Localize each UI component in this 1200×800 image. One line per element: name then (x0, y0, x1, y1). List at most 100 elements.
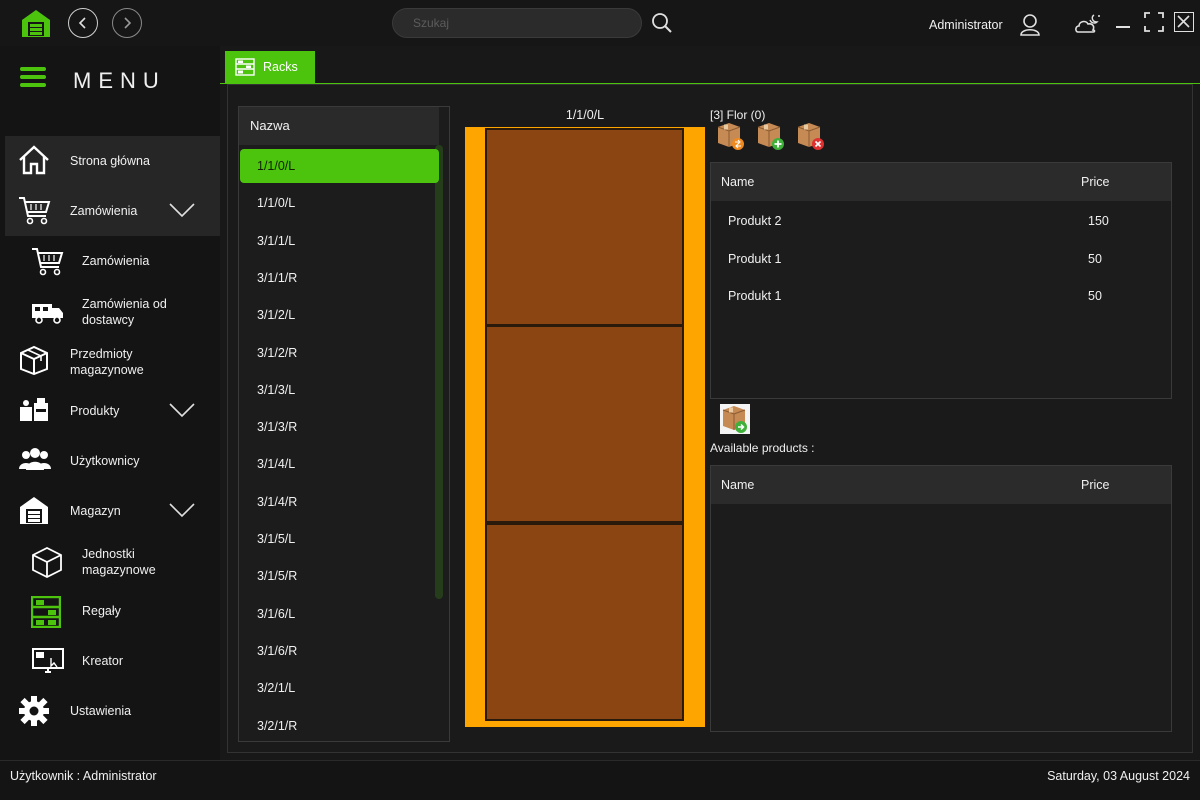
search-icon[interactable] (651, 12, 673, 34)
add-box-icon[interactable] (756, 121, 786, 151)
rack-icon (30, 595, 65, 629)
rack-list-item[interactable]: 3/1/3/R (240, 410, 439, 444)
sidebar-subitem-creator[interactable]: Kreator (5, 636, 220, 686)
sidebar-item-label: Jednostki magazynowe (82, 547, 156, 577)
forward-icon (124, 17, 132, 29)
user-icon[interactable] (1019, 12, 1041, 36)
sidebar-subitem-racks[interactable]: Regały (5, 586, 220, 636)
sidebar-item-label: Regały (82, 604, 121, 618)
chevron-down-icon[interactable] (169, 202, 195, 223)
sidebar-item-label: Strona główna (70, 154, 150, 168)
chevron-down-icon[interactable] (169, 502, 195, 523)
rack-list-item[interactable]: 3/1/1/L (240, 224, 439, 258)
product-name: Produkt 2 (728, 214, 782, 228)
floor-products-table: Name Price Produkt 2 150 Produkt 1 50 Pr… (710, 162, 1172, 399)
rack-list-item[interactable]: 3/1/5/L (240, 522, 439, 556)
rack-list-item[interactable]: 3/1/6/L (240, 597, 439, 631)
sidebar: MENU Strona główna Zamówienia Zamówienia… (0, 46, 220, 760)
sidebar-item-label: Przedmioty magazynowe (70, 347, 144, 377)
rack-list-item[interactable]: 3/1/6/R (240, 634, 439, 668)
sidebar-item-label: Użytkownicy (70, 454, 140, 468)
column-header-name: Name (721, 175, 755, 189)
rack-list[interactable]: Nazwa 1/1/0/L 1/1/0/L 3/1/1/L 3/1/1/R 3/1/2/… (238, 106, 450, 742)
gear-icon (18, 695, 52, 727)
remove-box-icon[interactable] (796, 121, 826, 151)
home-icon (18, 145, 52, 177)
cart-icon (31, 246, 65, 278)
rack-title: 1/1/0/L (565, 108, 605, 122)
sidebar-item-label: Zamówienia (70, 204, 138, 218)
rack-shelf[interactable] (485, 325, 684, 523)
rack-icon (235, 58, 255, 76)
cube-icon (31, 546, 65, 579)
rack-list-item[interactable]: 3/1/4/L (240, 447, 439, 481)
table-row[interactable]: Produkt 2 150 (711, 203, 1171, 240)
status-date: Saturday, 03 August 2024 (1047, 769, 1190, 783)
rack-frame (465, 127, 705, 727)
sidebar-item-products[interactable]: Produkty (5, 386, 220, 436)
rack-shelf[interactable] (485, 523, 684, 721)
tab-label: Racks (263, 60, 298, 74)
sidebar-item-label: Kreator (82, 654, 123, 668)
minimize-icon[interactable] (1116, 26, 1130, 28)
sidebar-item-orders[interactable]: Zamówienia (5, 186, 220, 236)
product-price: 50 (1088, 289, 1102, 303)
rack-list-item[interactable]: 3/2/1/R (240, 709, 439, 742)
close-icon[interactable] (1174, 12, 1194, 32)
status-bar: Użytkownik : Administrator Saturday, 03 … (0, 760, 1200, 800)
rack-list-item[interactable]: 3/1/4/R (240, 485, 439, 519)
product-price: 150 (1088, 214, 1109, 228)
search-input[interactable] (413, 16, 633, 30)
forward-button[interactable] (112, 8, 142, 38)
sidebar-subitem-units[interactable]: Jednostki magazynowe (5, 536, 220, 586)
rack-list-header: Nazwa (239, 107, 439, 145)
sidebar-item-warehouse[interactable]: Magazyn (5, 486, 220, 536)
column-header-price: Price (1081, 175, 1110, 189)
move-box-icon[interactable] (716, 121, 746, 151)
chevron-down-icon[interactable] (169, 402, 195, 423)
column-header-price: Price (1081, 478, 1110, 492)
rack-list-item[interactable]: 1/1/0/L (240, 186, 439, 220)
available-products-table: Name Price (710, 465, 1172, 732)
sidebar-item-settings[interactable]: Ustawienia (5, 686, 220, 736)
column-header-name: Name (721, 478, 755, 492)
top-bar: Administrator (0, 0, 1200, 46)
rack-shelf[interactable] (485, 128, 684, 326)
sidebar-subitem-supplier-orders[interactable]: Zamówienia od dostawcy (5, 286, 220, 336)
theme-icon[interactable] (1074, 12, 1104, 36)
rack-list-item[interactable]: 3/1/5/R (240, 559, 439, 593)
current-user-label: Administrator (929, 18, 1003, 32)
rack-list-item[interactable]: 3/1/3/L (240, 373, 439, 407)
products-icon (18, 395, 52, 427)
hamburger-menu-icon[interactable] (20, 66, 46, 88)
back-button[interactable] (68, 8, 98, 38)
users-icon (18, 445, 52, 477)
table-row[interactable]: Produkt 1 50 (711, 278, 1171, 315)
table-header: Name Price (711, 163, 1171, 201)
table-header: Name Price (711, 466, 1171, 504)
search-box[interactable] (392, 8, 642, 38)
assign-box-icon[interactable] (720, 404, 750, 434)
product-price: 50 (1088, 252, 1102, 266)
rack-list-item[interactable]: 3/1/2/L (240, 298, 439, 332)
warehouse-logo-icon[interactable] (20, 8, 52, 38)
rack-list-item[interactable]: 3/2/1/L (240, 671, 439, 705)
sidebar-item-users[interactable]: Użytkownicy (5, 436, 220, 486)
truck-icon (31, 296, 65, 328)
maximize-icon[interactable] (1144, 12, 1164, 32)
menu-title: MENU (73, 68, 166, 93)
sidebar-subitem-orders[interactable]: Zamówienia (5, 236, 220, 286)
table-row[interactable]: Produkt 1 50 (711, 241, 1171, 278)
rack-list-item[interactable]: 3/1/1/R (240, 261, 439, 295)
product-name: Produkt 1 (728, 252, 782, 266)
cart-icon (18, 195, 52, 227)
rack-list-item[interactable]: 1/1/0/L (240, 149, 439, 183)
sidebar-item-label: Zamówienia (82, 254, 150, 268)
tab-racks[interactable]: Racks (225, 51, 315, 83)
box-open-icon (18, 345, 52, 377)
sidebar-item-label: Produkty (70, 404, 120, 418)
rack-list-item[interactable]: 3/1/2/R (240, 336, 439, 370)
sidebar-item-stock-items[interactable]: Przedmioty magazynowe (5, 336, 220, 386)
sidebar-item-label: Zamówienia od dostawcy (82, 297, 167, 327)
sidebar-item-home[interactable]: Strona główna (5, 136, 220, 186)
